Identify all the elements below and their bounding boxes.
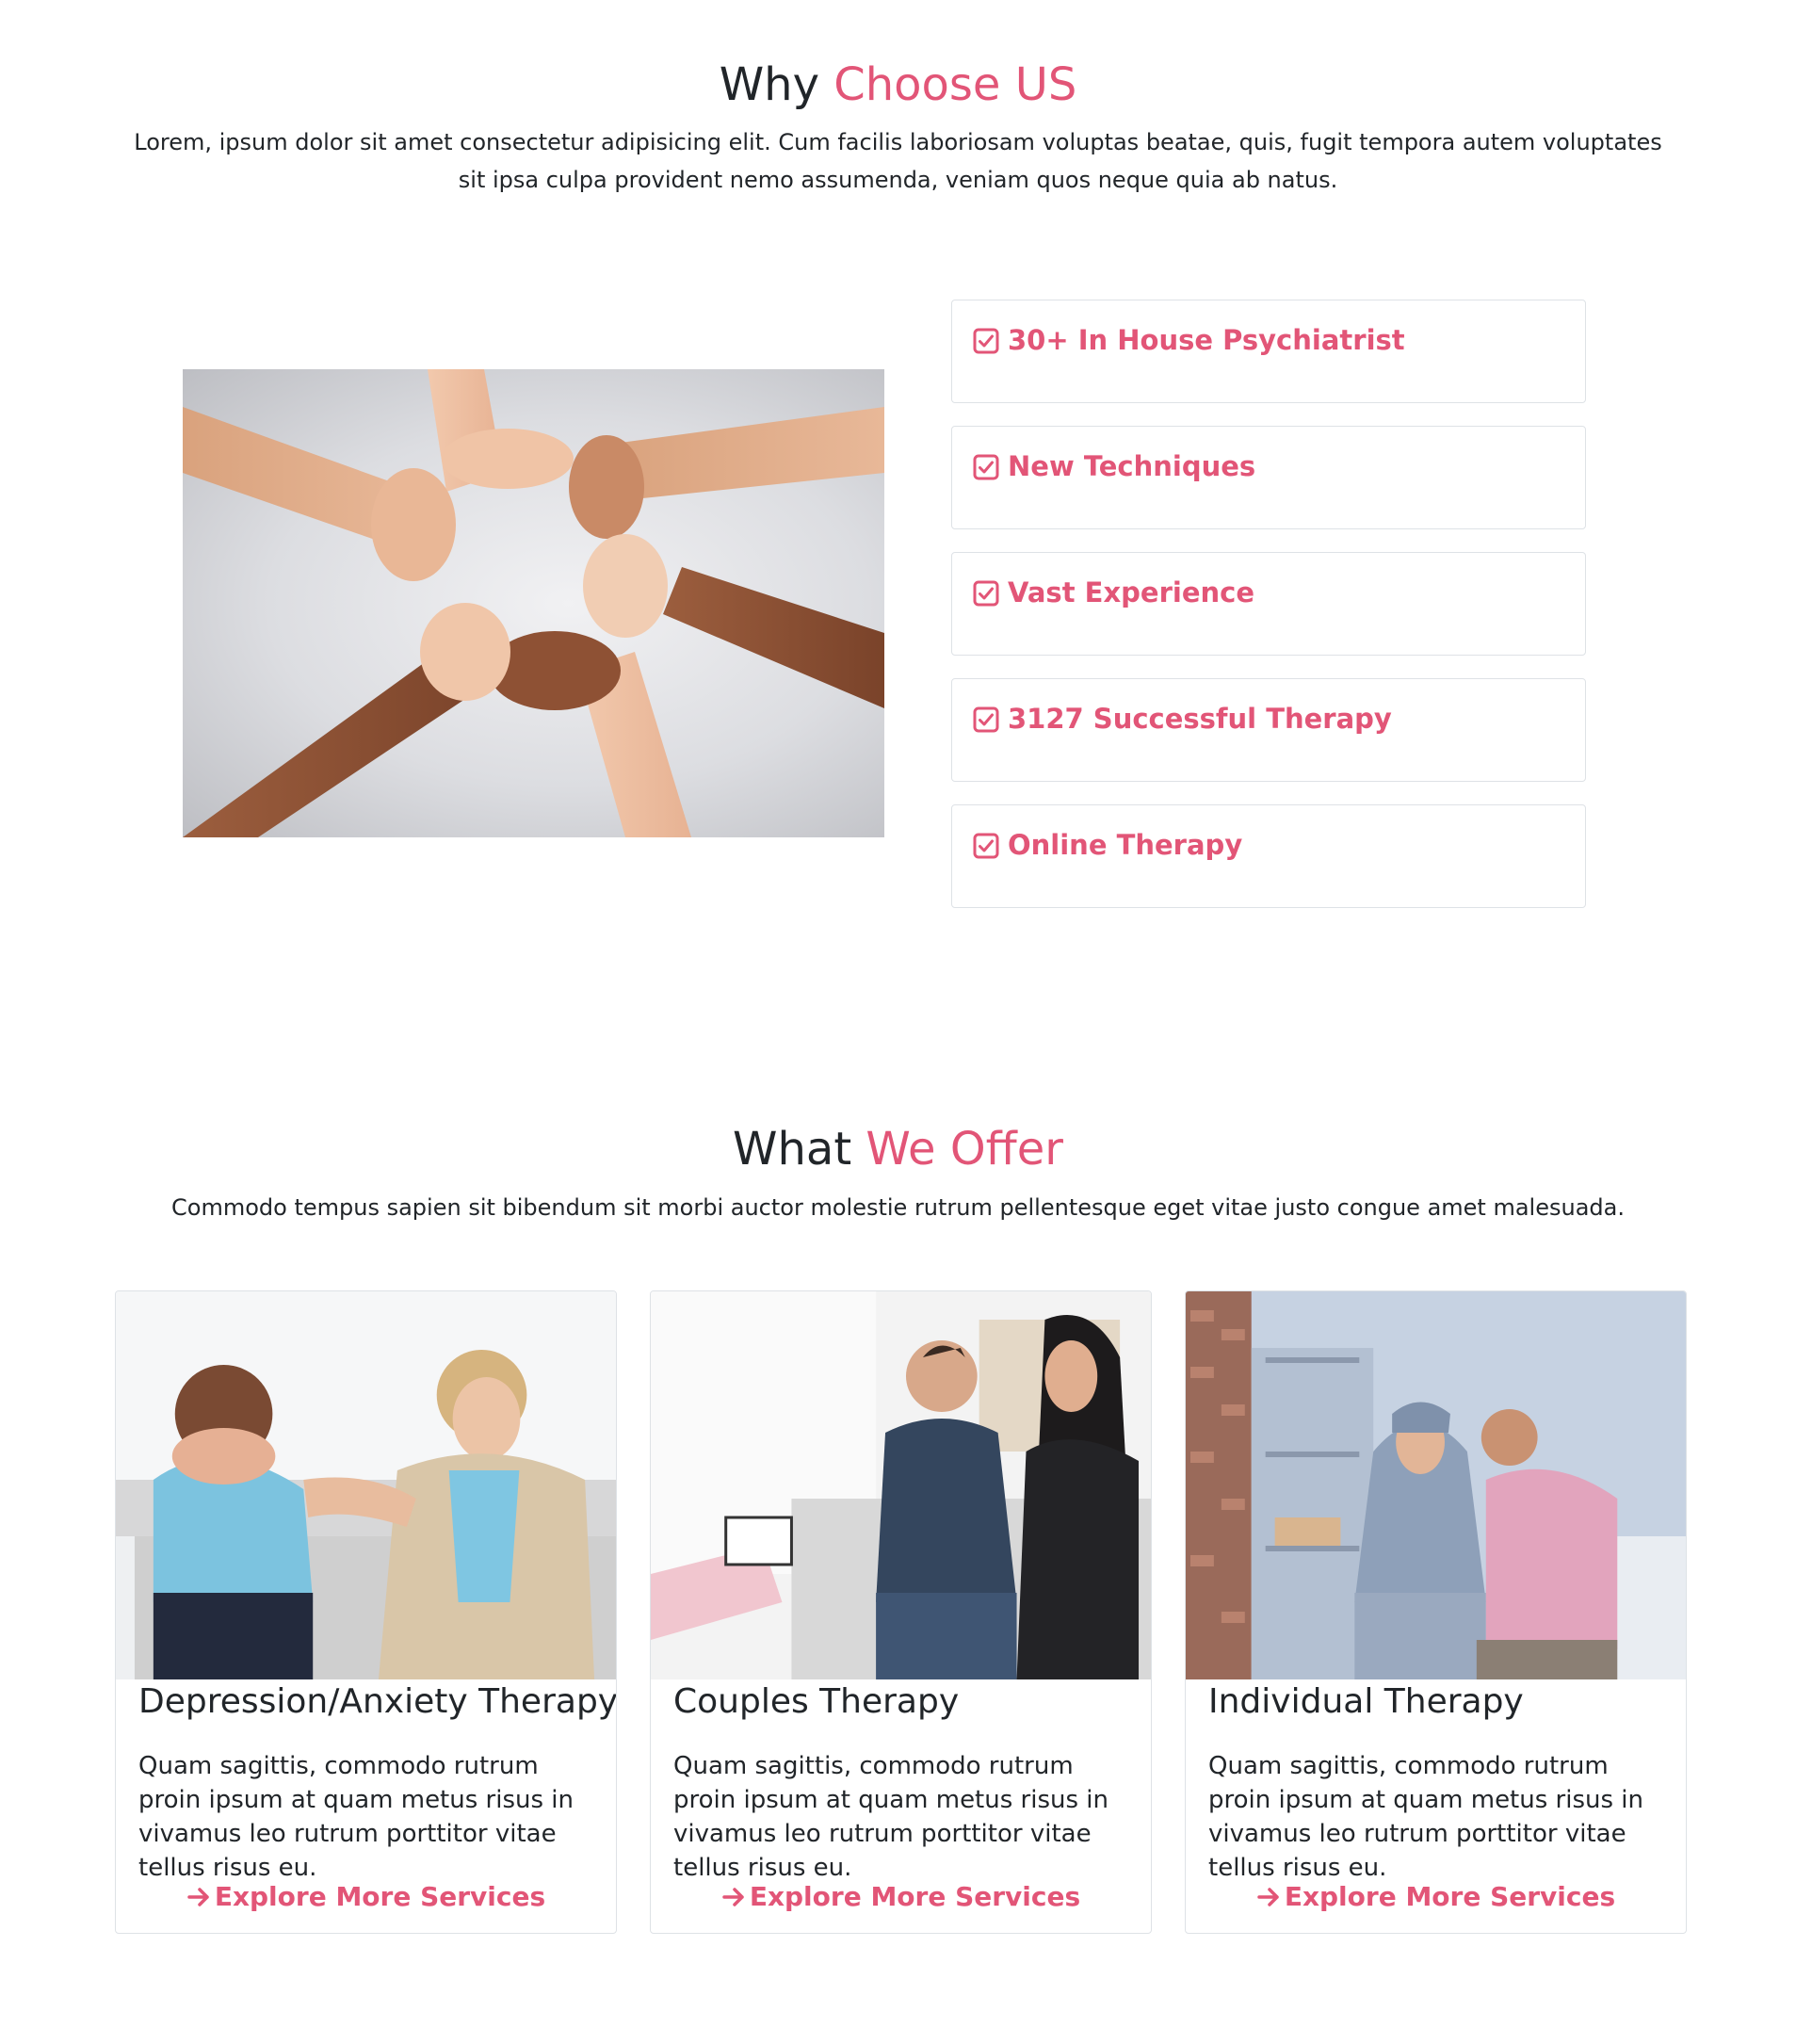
title-accent: We Offer: [866, 1123, 1063, 1176]
title-plain: Why: [719, 58, 834, 111]
individual-therapy-photo: [1186, 1291, 1686, 1679]
check-square-icon: [973, 706, 999, 733]
what-we-offer-description: Commodo tempus sapien sit bibendum sit m…: [171, 1194, 1625, 1221]
feature-label: New Techniques: [1008, 450, 1256, 482]
feature-label: 30+ In House Psychiatrist: [1008, 324, 1405, 356]
service-card-individual: Individual Therapy Quam sagittis, commod…: [1185, 1290, 1687, 1934]
card-title: Depression/Anxiety Therapy: [138, 1682, 617, 1721]
explore-more-services-link[interactable]: Explore More Services: [651, 1881, 1151, 1912]
feature-item: 3127 Successful Therapy: [951, 678, 1586, 782]
feature-item: Vast Experience: [951, 552, 1586, 656]
why-choose-us-title: Why Choose US: [0, 58, 1796, 113]
check-square-icon: [973, 328, 999, 354]
check-square-icon: [973, 454, 999, 480]
check-square-icon: [973, 833, 999, 859]
feature-label: Online Therapy: [1008, 829, 1243, 861]
card-text: Quam sagittis, commodo rutrum proin ipsu…: [1208, 1752, 1643, 1882]
feature-label: 3127 Successful Therapy: [1008, 703, 1392, 735]
service-cards: Depression/Anxiety Therapy Quam sagittis…: [115, 1290, 1687, 1934]
features-list: 30+ In House Psychiatrist New Techniques…: [951, 300, 1586, 931]
check-square-icon: [973, 580, 999, 607]
feature-item: New Techniques: [951, 426, 1586, 529]
title-plain: What: [733, 1123, 866, 1176]
service-card-depression-anxiety: Depression/Anxiety Therapy Quam sagittis…: [115, 1290, 617, 1934]
link-label: Explore More Services: [749, 1881, 1081, 1912]
feature-item: Online Therapy: [951, 804, 1586, 908]
feature-label: Vast Experience: [1008, 576, 1255, 608]
what-we-offer-title: What We Offer: [0, 1123, 1796, 1177]
therapy-session-photo: [116, 1291, 616, 1679]
card-title: Individual Therapy: [1208, 1682, 1524, 1721]
hands-teamwork-photo: [183, 369, 884, 837]
title-accent: Choose US: [833, 58, 1077, 111]
arrow-right-icon: [187, 1887, 209, 1906]
arrow-right-icon: [722, 1887, 744, 1906]
arrow-right-icon: [1257, 1887, 1279, 1906]
why-choose-us-description: Lorem, ipsum dolor sit amet consectetur …: [134, 129, 1662, 193]
couples-therapy-photo: [651, 1291, 1151, 1679]
explore-more-services-link[interactable]: Explore More Services: [116, 1881, 616, 1912]
feature-item: 30+ In House Psychiatrist: [951, 300, 1586, 403]
service-card-couples: Couples Therapy Quam sagittis, commodo r…: [650, 1290, 1152, 1934]
card-text: Quam sagittis, commodo rutrum proin ipsu…: [673, 1752, 1108, 1882]
link-label: Explore More Services: [214, 1881, 546, 1912]
card-text: Quam sagittis, commodo rutrum proin ipsu…: [138, 1752, 574, 1882]
explore-more-services-link[interactable]: Explore More Services: [1186, 1881, 1686, 1912]
card-title: Couples Therapy: [673, 1682, 960, 1721]
link-label: Explore More Services: [1284, 1881, 1616, 1912]
